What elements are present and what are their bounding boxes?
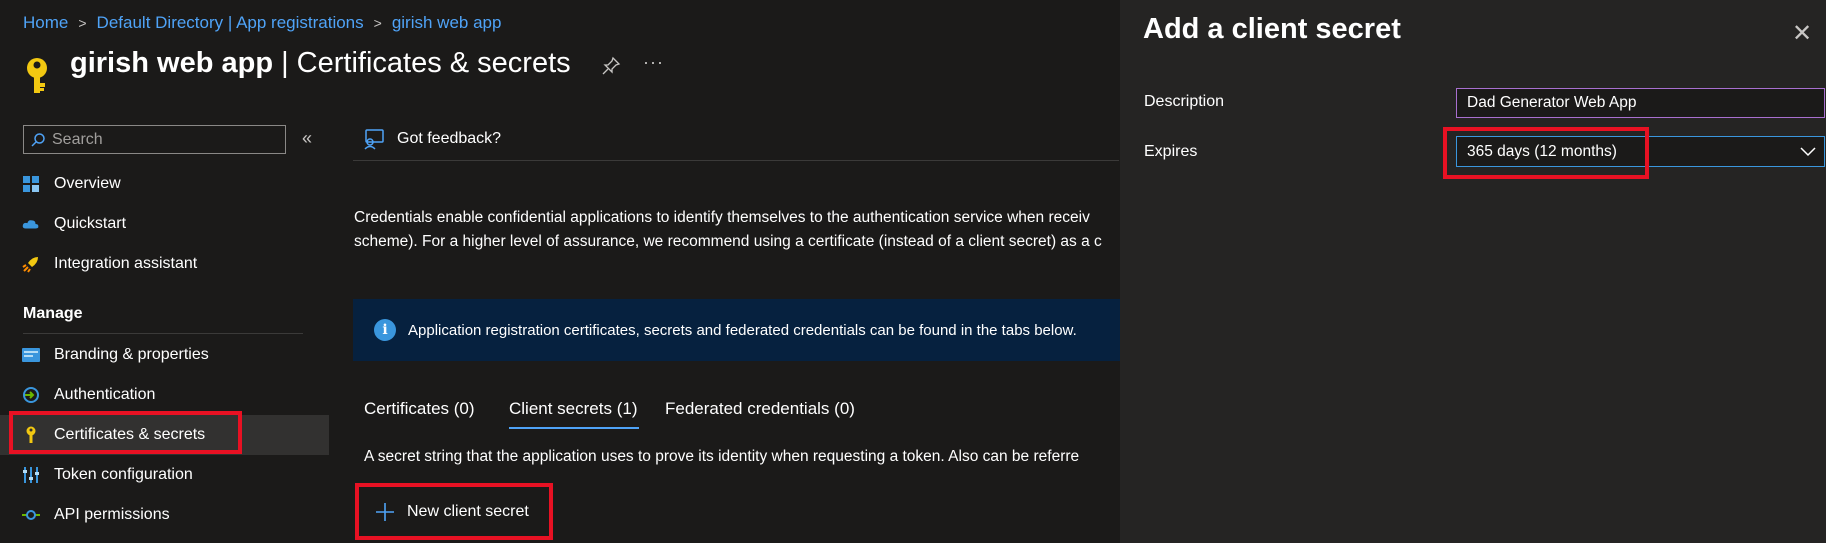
- more-options-button[interactable]: ···: [643, 52, 664, 73]
- sidebar-item-label: API permissions: [54, 506, 170, 523]
- new-client-secret-button[interactable]: New client secret: [355, 483, 553, 540]
- breadcrumb-separator: >: [78, 15, 87, 31]
- sidebar-item-label: Branding & properties: [54, 346, 209, 363]
- command-bar-divider: [353, 160, 1119, 161]
- info-icon: i: [374, 319, 396, 341]
- breadcrumb-home[interactable]: Home: [23, 13, 68, 33]
- sidebar-item-label: Overview: [54, 175, 121, 192]
- sidebar-item-label: Authentication: [54, 386, 156, 403]
- expires-label: Expires: [1144, 143, 1198, 160]
- client-secrets-description: A secret string that the application use…: [364, 448, 1080, 465]
- chevron-down-icon: [1800, 146, 1816, 156]
- api-icon: [22, 506, 40, 524]
- info-banner-text: Application registration certificates, s…: [408, 321, 1077, 339]
- auth-icon: [22, 386, 40, 404]
- sliders-icon: [22, 466, 40, 484]
- highlight-box-expires: [1443, 127, 1649, 179]
- description-line: scheme). For a higher level of assurance…: [354, 233, 1102, 250]
- sidebar-item-token-configuration[interactable]: Token configuration: [0, 455, 329, 495]
- description-line: Credentials enable confidential applicat…: [354, 209, 1090, 226]
- page-title-app: girish web app: [70, 47, 274, 79]
- breadcrumb: Home > Default Directory | App registrat…: [23, 13, 501, 33]
- sidebar-divider: [23, 333, 303, 334]
- grid-icon: [22, 175, 40, 193]
- card-icon: [22, 346, 40, 364]
- description-label: Description: [1144, 93, 1225, 110]
- pin-icon[interactable]: [601, 56, 621, 76]
- sidebar-item-branding[interactable]: Branding & properties: [0, 335, 329, 375]
- search-placeholder: Search: [52, 130, 103, 148]
- highlight-box-sidebar: [9, 411, 242, 454]
- credentials-description: Credentials enable confidential applicat…: [354, 206, 1120, 254]
- description-value: Dad Generator Web App: [1467, 94, 1637, 111]
- feedback-button[interactable]: Got feedback?: [363, 128, 501, 150]
- plus-icon: [376, 502, 394, 521]
- new-client-secret-label: New client secret: [407, 502, 529, 520]
- active-tab-indicator: [509, 427, 639, 429]
- panel-title: Add a client secret: [1143, 13, 1401, 45]
- description-field[interactable]: Dad Generator Web App: [1456, 88, 1825, 118]
- rocket-icon: [22, 255, 40, 273]
- key-icon: [27, 58, 47, 93]
- info-banner: i Application registration certificates,…: [353, 299, 1120, 361]
- cloud-icon: [22, 215, 40, 233]
- sidebar-item-overview[interactable]: Overview: [0, 164, 329, 204]
- tab-client-secrets[interactable]: Client secrets (1): [509, 399, 637, 419]
- breadcrumb-app-registrations[interactable]: Default Directory | App registrations: [97, 13, 364, 33]
- sidebar-item-api-permissions[interactable]: API permissions: [0, 495, 329, 535]
- page-title: girish web app | Certificates & secrets: [70, 47, 571, 80]
- sidebar-item-quickstart[interactable]: Quickstart: [0, 204, 329, 244]
- tab-certificates[interactable]: Certificates (0): [364, 399, 475, 419]
- breadcrumb-separator: >: [373, 15, 382, 31]
- collapse-sidebar-button[interactable]: «: [302, 128, 312, 149]
- sidebar-item-label: Integration assistant: [54, 255, 198, 272]
- sidebar-item-authentication[interactable]: Authentication: [0, 375, 329, 415]
- feedback-icon: [364, 129, 384, 150]
- add-client-secret-panel: [1120, 0, 1826, 543]
- search-input[interactable]: Search: [23, 125, 286, 154]
- close-icon[interactable]: ✕: [1792, 19, 1812, 48]
- sidebar-section-manage: Manage: [23, 305, 83, 322]
- search-icon: [31, 132, 45, 147]
- sidebar-item-integration-assistant[interactable]: Integration assistant: [0, 244, 329, 284]
- tab-federated-credentials[interactable]: Federated credentials (0): [665, 399, 855, 419]
- feedback-label: Got feedback?: [397, 130, 502, 147]
- breadcrumb-app[interactable]: girish web app: [392, 13, 502, 33]
- sidebar-item-label: Quickstart: [54, 215, 127, 232]
- sidebar-item-label: Token configuration: [54, 466, 193, 483]
- page-title-section: | Certificates & secrets: [273, 47, 571, 79]
